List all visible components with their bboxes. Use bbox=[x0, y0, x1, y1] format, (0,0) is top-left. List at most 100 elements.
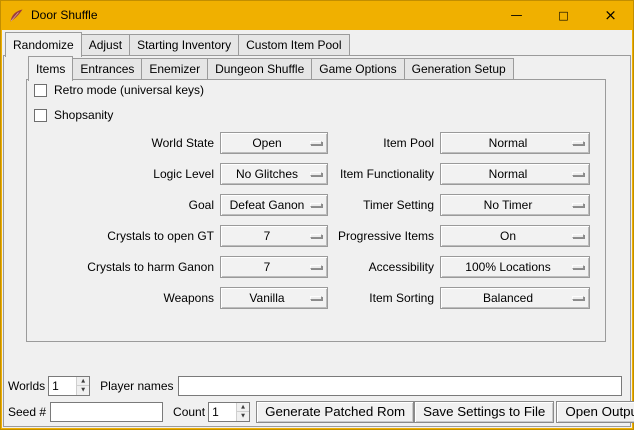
weapons-dropdown[interactable]: Vanilla bbox=[220, 287, 328, 309]
close-icon: × bbox=[604, 6, 617, 24]
dropdown-indicator-icon bbox=[572, 203, 584, 207]
maximize-icon: □ bbox=[558, 9, 568, 22]
open-output-directory-button[interactable]: Open Output Directory bbox=[556, 401, 634, 423]
count-spinner-arrows: ▲ ▼ bbox=[236, 403, 249, 421]
titlebar[interactable]: Door Shuffle — □ × bbox=[0, 0, 634, 30]
accessibility-value: 100% Locations bbox=[465, 260, 550, 274]
spin-down-icon[interactable]: ▼ bbox=[77, 386, 89, 395]
minimize-icon: — bbox=[511, 8, 523, 22]
minimize-button[interactable]: — bbox=[493, 0, 540, 30]
maximize-button[interactable]: □ bbox=[540, 0, 587, 30]
dropdown-indicator-icon bbox=[310, 265, 322, 269]
item-pool-dropdown[interactable]: Normal bbox=[440, 132, 590, 154]
item-functionality-dropdown[interactable]: Normal bbox=[440, 163, 590, 185]
window-title: Door Shuffle bbox=[31, 8, 98, 22]
dropdown-indicator-icon bbox=[310, 203, 322, 207]
world-state-value: Open bbox=[252, 136, 281, 150]
shopsanity-checkbox[interactable] bbox=[34, 109, 47, 122]
tab-randomize[interactable]: Randomize bbox=[5, 32, 82, 57]
count-label: Count bbox=[173, 405, 205, 419]
item-functionality-label: Item Functionality bbox=[334, 163, 434, 185]
dropdown-indicator-icon bbox=[310, 234, 322, 238]
count-spinner[interactable]: ▲ ▼ bbox=[208, 402, 250, 422]
goal-label: Goal bbox=[56, 194, 214, 216]
dropdown-indicator-icon bbox=[572, 296, 584, 300]
progressive-items-value: On bbox=[500, 229, 516, 243]
retro-mode-row: Retro mode (universal keys) bbox=[34, 82, 204, 98]
progressive-items-label: Progressive Items bbox=[334, 225, 434, 247]
seed-label: Seed # bbox=[8, 405, 46, 419]
tab-items[interactable]: Items bbox=[28, 56, 73, 81]
logic-level-dropdown[interactable]: No Glitches bbox=[220, 163, 328, 185]
progressive-items-dropdown[interactable]: On bbox=[440, 225, 590, 247]
worlds-spinner[interactable]: ▲ ▼ bbox=[48, 376, 90, 396]
tab-enemizer[interactable]: Enemizer bbox=[141, 58, 208, 79]
dropdown-indicator-icon bbox=[310, 172, 322, 176]
item-pool-label: Item Pool bbox=[334, 132, 434, 154]
dropdown-indicator-icon bbox=[572, 172, 584, 176]
retro-mode-label: Retro mode (universal keys) bbox=[54, 83, 204, 97]
tab-dungeon-shuffle[interactable]: Dungeon Shuffle bbox=[207, 58, 312, 79]
tab-adjust[interactable]: Adjust bbox=[81, 34, 130, 55]
logic-level-label: Logic Level bbox=[56, 163, 214, 185]
timer-setting-label: Timer Setting bbox=[334, 194, 434, 216]
dropdown-indicator-icon bbox=[310, 141, 322, 145]
retro-mode-checkbox[interactable] bbox=[34, 84, 47, 97]
crystals-open-gt-label: Crystals to open GT bbox=[56, 225, 214, 247]
dropdown-indicator-icon bbox=[572, 141, 584, 145]
crystals-harm-ganon-label: Crystals to harm Ganon bbox=[56, 256, 214, 278]
shopsanity-label: Shopsanity bbox=[54, 108, 113, 122]
item-functionality-value: Normal bbox=[489, 167, 528, 181]
crystals-open-gt-value: 7 bbox=[264, 229, 271, 243]
randomize-sub-tab-bar: Items Entrances Enemizer Dungeon Shuffle… bbox=[28, 58, 514, 80]
timer-setting-value: No Timer bbox=[484, 198, 533, 212]
item-sorting-value: Balanced bbox=[483, 291, 533, 305]
dropdown-indicator-icon bbox=[572, 234, 584, 238]
count-input[interactable] bbox=[209, 403, 236, 421]
worlds-input[interactable] bbox=[49, 377, 76, 395]
shopsanity-row: Shopsanity bbox=[34, 107, 113, 123]
crystals-harm-ganon-dropdown[interactable]: 7 bbox=[220, 256, 328, 278]
tab-game-options[interactable]: Game Options bbox=[311, 58, 404, 79]
generate-patched-rom-button[interactable]: Generate Patched Rom bbox=[256, 401, 414, 423]
player-names-label: Player names bbox=[100, 379, 173, 393]
tab-generation-setup[interactable]: Generation Setup bbox=[404, 58, 514, 79]
seed-input[interactable] bbox=[50, 402, 163, 422]
app-icon bbox=[9, 8, 24, 23]
close-button[interactable]: × bbox=[587, 0, 634, 30]
spin-up-icon[interactable]: ▲ bbox=[77, 377, 89, 387]
item-pool-value: Normal bbox=[489, 136, 528, 150]
spin-down-icon[interactable]: ▼ bbox=[237, 412, 249, 421]
window-content: Randomize Adjust Starting Inventory Cust… bbox=[2, 30, 632, 428]
world-state-label: World State bbox=[56, 132, 214, 154]
accessibility-dropdown[interactable]: 100% Locations bbox=[440, 256, 590, 278]
logic-level-value: No Glitches bbox=[236, 167, 298, 181]
goal-value: Defeat Ganon bbox=[230, 198, 305, 212]
worlds-row: Worlds ▲ ▼ Player names bbox=[2, 375, 632, 396]
item-sorting-label: Item Sorting bbox=[334, 287, 434, 309]
tab-custom-item-pool[interactable]: Custom Item Pool bbox=[238, 34, 349, 55]
crystals-harm-ganon-value: 7 bbox=[264, 260, 271, 274]
tab-starting-inventory[interactable]: Starting Inventory bbox=[129, 34, 239, 55]
main-tab-bar: Randomize Adjust Starting Inventory Cust… bbox=[5, 33, 350, 56]
door-shuffle-window: Door Shuffle — □ × Randomize Adjust Star… bbox=[0, 0, 634, 430]
spin-up-icon[interactable]: ▲ bbox=[237, 403, 249, 413]
seed-row: Seed # Count ▲ ▼ Generate Patched Rom Sa… bbox=[2, 400, 632, 423]
goal-dropdown[interactable]: Defeat Ganon bbox=[220, 194, 328, 216]
save-settings-button[interactable]: Save Settings to File bbox=[414, 401, 554, 423]
dropdown-indicator-icon bbox=[310, 296, 322, 300]
window-controls: — □ × bbox=[493, 0, 634, 30]
timer-setting-dropdown[interactable]: No Timer bbox=[440, 194, 590, 216]
weapons-label: Weapons bbox=[56, 287, 214, 309]
settings-grid: World State Open Item Pool Normal Logic … bbox=[56, 132, 590, 309]
crystals-open-gt-dropdown[interactable]: 7 bbox=[220, 225, 328, 247]
player-names-input[interactable] bbox=[178, 376, 623, 396]
tab-entrances[interactable]: Entrances bbox=[72, 58, 142, 79]
dropdown-indicator-icon bbox=[572, 265, 584, 269]
worlds-label: Worlds bbox=[8, 379, 45, 393]
accessibility-label: Accessibility bbox=[334, 256, 434, 278]
world-state-dropdown[interactable]: Open bbox=[220, 132, 328, 154]
item-sorting-dropdown[interactable]: Balanced bbox=[440, 287, 590, 309]
weapons-value: Vanilla bbox=[249, 291, 284, 305]
worlds-spinner-arrows: ▲ ▼ bbox=[76, 377, 89, 395]
